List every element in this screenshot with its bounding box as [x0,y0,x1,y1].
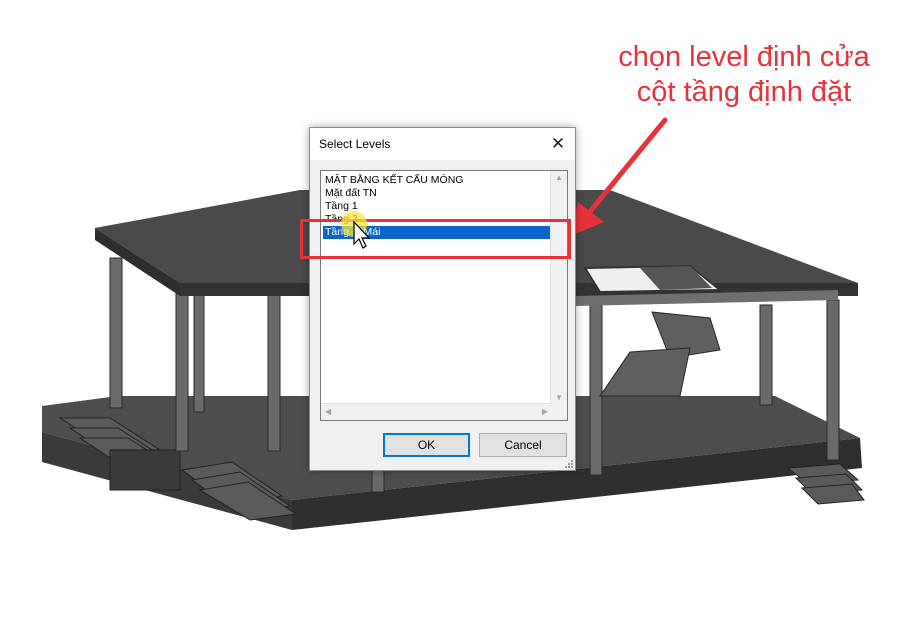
scroll-corner [551,404,567,420]
internal-stair [599,311,721,397]
resize-grip-icon[interactable] [563,458,573,468]
annotation-arrow [570,117,668,236]
dialog-titlebar[interactable]: Select Levels ✕ [310,128,575,160]
scroll-down-icon[interactable]: ▼ [555,394,563,402]
scroll-up-icon[interactable]: ▲ [555,174,563,182]
annotation-line-1: chọn level định cửa [618,41,870,73]
scroll-right-icon[interactable]: ▶ [542,408,548,416]
scroll-left-icon[interactable]: ◀ [325,408,331,416]
annotation-text: chọn level định cửa cột tầng định đặt [596,40,892,110]
vertical-scrollbar[interactable]: ▲ ▼ [550,171,567,405]
right-stairs [786,463,865,505]
select-levels-dialog: Select Levels ✕ MẶT BẰNG KẾT CẤU MÓNG Mặt… [309,127,576,471]
level-item[interactable]: MẶT BẰNG KẾT CẤU MÓNG [323,174,550,187]
dialog-title: Select Levels [319,137,391,151]
level-item[interactable]: Mặt đất TN [323,187,550,200]
levels-listbox[interactable]: MẶT BẰNG KẾT CẤU MÓNG Mặt đất TN Tầng 1 Tần… [320,170,568,421]
ok-button[interactable]: OK [383,433,470,457]
annotation-line-2: cột tầng định đặt [636,76,852,108]
horizontal-scrollbar[interactable]: ◀ ▶ [321,403,552,420]
close-icon[interactable]: ✕ [541,128,575,159]
mouse-cursor-icon [341,211,371,249]
cancel-button[interactable]: Cancel [479,433,567,457]
